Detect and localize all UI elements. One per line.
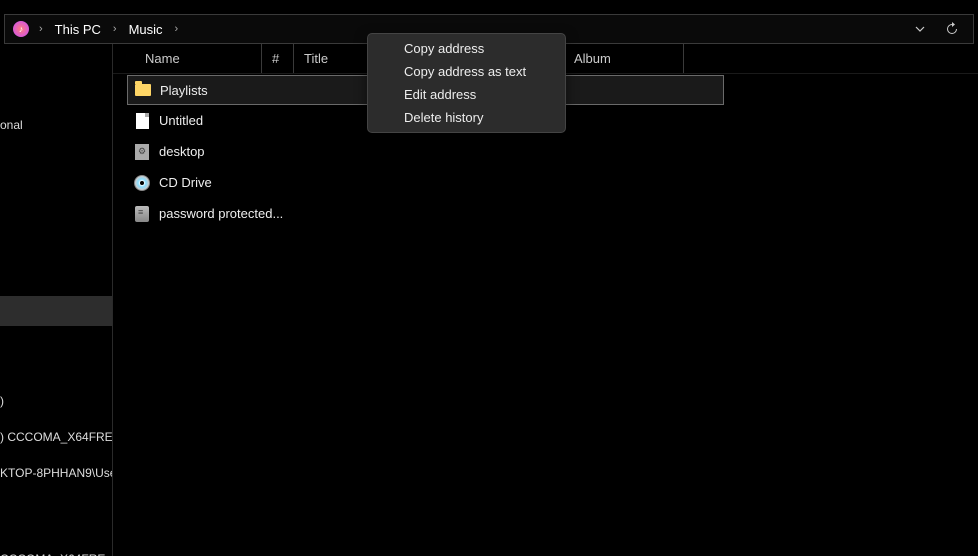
refresh-button[interactable] <box>937 15 967 43</box>
chevron-right-icon[interactable]: › <box>33 23 49 35</box>
menu-item-edit-address[interactable]: Edit address <box>368 83 565 106</box>
breadcrumb-music[interactable]: Music <box>127 20 165 39</box>
history-dropdown-button[interactable] <box>905 15 935 43</box>
sidebar-item[interactable]: ) CCCOMA_X64FRE_E <box>0 424 112 450</box>
file-row-desktop[interactable]: desktop <box>113 136 978 167</box>
file-row-password-protected[interactable]: password protected... <box>113 198 978 229</box>
chevron-right-icon[interactable]: › <box>169 23 185 35</box>
breadcrumb-this-pc[interactable]: This PC <box>53 20 103 39</box>
sidebar-item[interactable]: onal <box>0 112 112 138</box>
menu-item-copy-address-text[interactable]: Copy address as text <box>368 60 565 83</box>
refresh-icon <box>945 22 959 36</box>
sidebar-item-selected[interactable] <box>0 296 112 326</box>
music-folder-icon[interactable]: ♪ <box>13 21 29 37</box>
cd-drive-icon <box>133 174 151 192</box>
column-header-number[interactable]: # <box>262 44 294 73</box>
sidebar-item[interactable]: ) <box>0 388 112 414</box>
file-name-label: password protected... <box>159 206 283 221</box>
file-name-label: CD Drive <box>159 175 212 190</box>
file-name-label: Untitled <box>159 113 203 128</box>
file-icon <box>133 112 151 130</box>
sidebar-item[interactable]: CCCOMA_X64FRE_EN <box>0 546 112 556</box>
config-file-icon <box>133 143 151 161</box>
sidebar-item[interactable]: KTOP-8PHHAN9\Use <box>0 460 112 486</box>
chevron-right-icon[interactable]: › <box>107 23 123 35</box>
file-name-label: desktop <box>159 144 205 159</box>
address-bar-context-menu: Copy address Copy address as text Edit a… <box>367 33 566 133</box>
menu-item-copy-address[interactable]: Copy address <box>368 37 565 60</box>
menu-item-delete-history[interactable]: Delete history <box>368 106 565 129</box>
file-name-label: Playlists <box>160 83 208 98</box>
folder-icon <box>134 81 152 99</box>
database-file-icon <box>133 205 151 223</box>
column-header-album[interactable]: Album <box>564 44 684 73</box>
file-row-cddrive[interactable]: CD Drive <box>113 167 978 198</box>
column-header-name[interactable]: Name <box>135 44 261 73</box>
navigation-pane[interactable]: onal ) ) CCCOMA_X64FRE_E KTOP-8PHHAN9\Us… <box>0 44 113 556</box>
address-bar-controls <box>905 15 973 43</box>
chevron-down-icon <box>914 23 926 35</box>
